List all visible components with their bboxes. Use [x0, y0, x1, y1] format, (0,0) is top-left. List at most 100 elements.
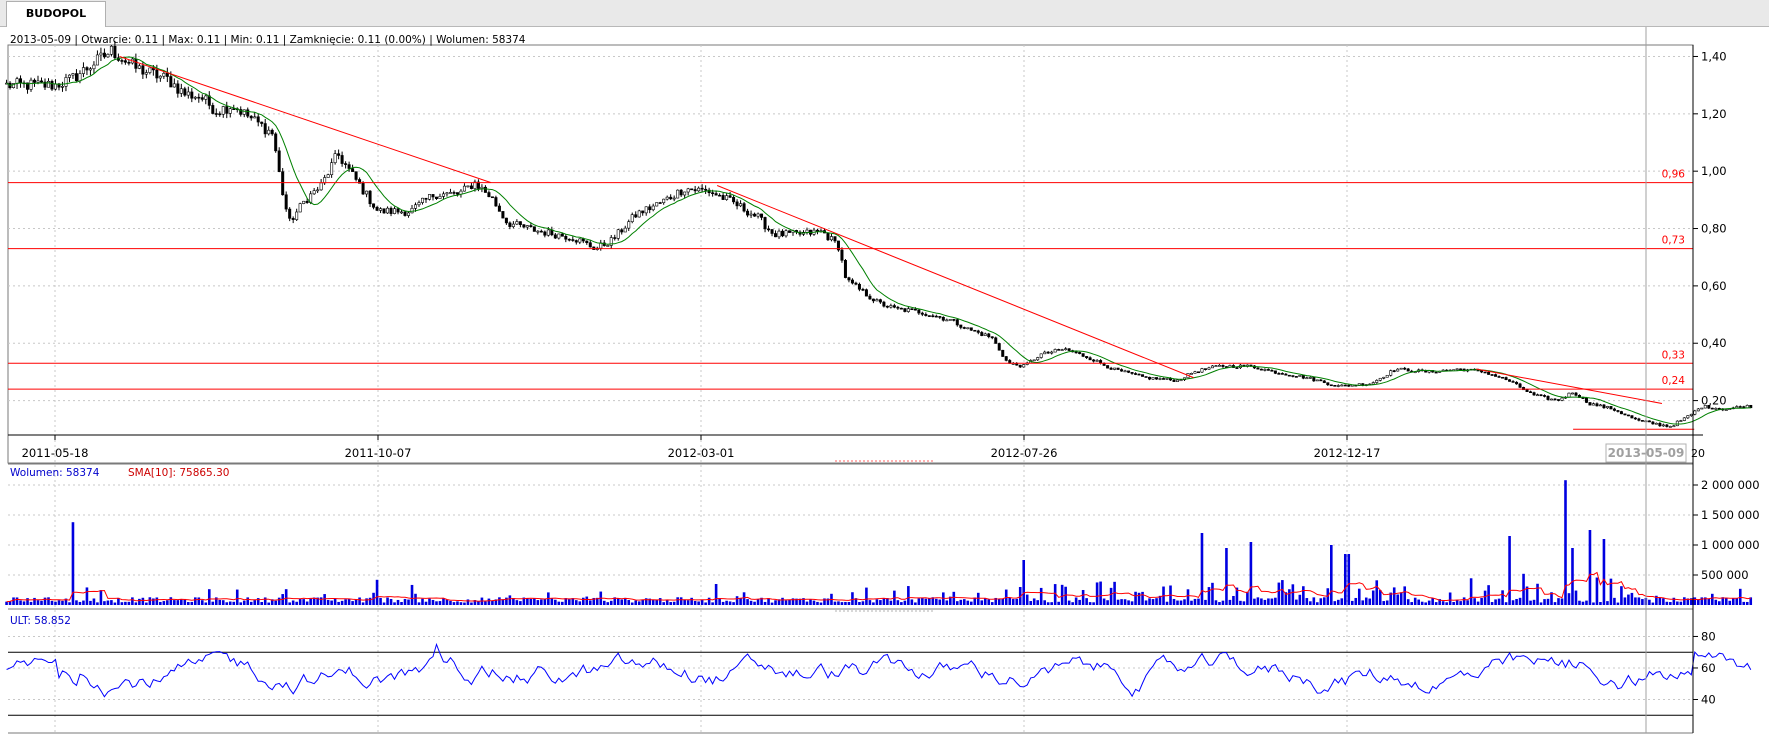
volume-bar — [393, 602, 396, 605]
candle-body — [165, 73, 169, 77]
candle-body — [948, 319, 952, 321]
volume-bar — [1623, 597, 1627, 605]
volume-bar — [588, 600, 592, 605]
candle-body — [1081, 353, 1085, 357]
candle-body — [1581, 397, 1585, 399]
candle-body — [578, 238, 582, 243]
candle-body — [739, 203, 743, 207]
volume-bar — [1116, 599, 1120, 605]
volume-bar — [43, 597, 47, 605]
volume-bar — [1504, 602, 1508, 605]
volume-bar — [1501, 590, 1504, 605]
candle-body — [1022, 364, 1026, 368]
candle-body — [1640, 420, 1644, 422]
volume-bar — [1046, 602, 1050, 605]
candle-body — [1557, 399, 1561, 401]
tab-budopol[interactable]: BUDOPOL — [6, 1, 106, 27]
volume-bar — [298, 598, 302, 605]
volume-bar — [921, 598, 924, 605]
candle-body — [480, 186, 484, 189]
candle-body — [1189, 373, 1193, 375]
candle-body — [483, 186, 487, 193]
volume-bar — [1357, 588, 1361, 605]
candle-body — [1322, 380, 1326, 383]
candle-body — [934, 315, 938, 318]
volume-bar — [620, 599, 624, 605]
volume-bar — [155, 597, 159, 605]
volume-bar — [746, 599, 749, 605]
candle-body — [753, 213, 757, 217]
volume-bar — [323, 594, 326, 605]
volume-bar — [1102, 598, 1106, 605]
volume-bar — [330, 600, 333, 605]
volume-bar — [1378, 590, 1382, 605]
candle-body — [1536, 394, 1540, 397]
candle-body — [1284, 373, 1288, 376]
candle-body — [875, 299, 879, 302]
volume-bar — [1396, 594, 1400, 605]
volume-bar — [1172, 598, 1176, 605]
candle-body — [298, 203, 302, 213]
volume-bar — [1557, 598, 1560, 605]
candle-body — [1630, 415, 1634, 419]
candle-body — [354, 171, 358, 180]
volume-bar — [1200, 533, 1204, 605]
candle-body — [1633, 417, 1637, 420]
volume-bar — [435, 601, 438, 605]
volume-bar — [585, 596, 589, 605]
candle-body — [620, 229, 624, 233]
volume-bar — [235, 589, 239, 605]
candle-body — [857, 283, 861, 290]
candle-body — [162, 73, 166, 77]
candle-body — [850, 279, 854, 284]
candle-body — [962, 327, 966, 329]
volume-bar — [602, 600, 606, 605]
volume-bar — [127, 601, 131, 605]
volume-bar — [1246, 591, 1249, 605]
candle-body — [438, 196, 442, 199]
volume-bar — [1560, 598, 1564, 605]
candle-body — [1714, 407, 1718, 410]
volume-bar — [1347, 554, 1351, 605]
volume-bar — [1662, 598, 1665, 605]
volume-bar — [1578, 600, 1581, 605]
candle-body — [826, 232, 830, 241]
volume-bar — [92, 598, 96, 605]
candle-body — [407, 212, 411, 216]
volume-bar — [267, 602, 271, 605]
volume-bar — [1256, 597, 1260, 605]
volume-bar — [33, 597, 36, 605]
volume-bar — [1281, 580, 1284, 605]
volume-bar — [1613, 597, 1616, 605]
candle-body — [316, 189, 320, 192]
volume-bar — [85, 587, 89, 605]
volume-bar — [253, 600, 257, 605]
volume-bar — [396, 599, 400, 605]
candle-body — [564, 236, 568, 240]
volume-bar — [1039, 587, 1043, 605]
candle-body — [1203, 368, 1207, 370]
volume-bar — [1529, 600, 1532, 605]
candle-body — [1392, 370, 1396, 372]
candle-body — [487, 192, 491, 198]
candle-body — [1567, 392, 1571, 398]
volume-bar — [1641, 599, 1644, 605]
candle-body — [351, 168, 355, 172]
candle-body — [155, 69, 159, 79]
candle-body — [1095, 360, 1099, 362]
candle-body — [941, 316, 945, 321]
volume-bar — [1455, 600, 1459, 605]
volume-bar — [1340, 598, 1344, 605]
volume-bar — [1204, 599, 1207, 605]
volume-bar — [1071, 602, 1074, 605]
level-label: 0,96 — [1662, 169, 1686, 181]
candle-body — [1294, 376, 1298, 378]
candle-body — [232, 108, 236, 111]
candle-body — [1120, 369, 1124, 372]
candle-body — [749, 213, 753, 216]
volume-bar — [1050, 602, 1053, 605]
volume-bar — [187, 602, 190, 605]
volume-bar — [1106, 600, 1109, 605]
candle-body — [655, 202, 659, 207]
volume-bar — [1574, 590, 1578, 605]
